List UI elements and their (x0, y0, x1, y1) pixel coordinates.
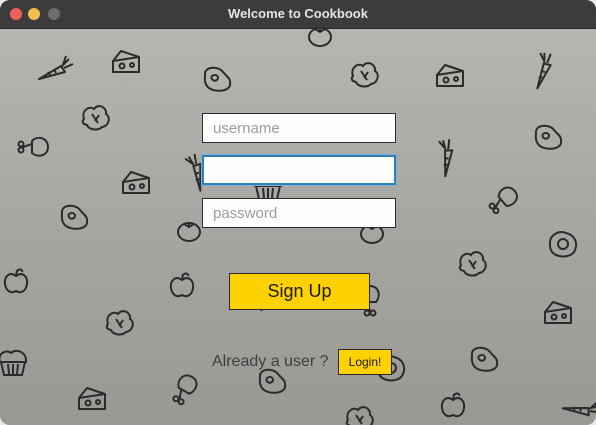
lettuce-icon (350, 62, 379, 88)
app-window: Welcome to Cookbook username Sign Up Alr… (0, 0, 596, 425)
cheese-icon (112, 50, 140, 73)
text-field-focused[interactable] (202, 155, 396, 185)
steak-icon (203, 66, 232, 92)
muffin-icon (0, 349, 28, 376)
tomato-icon (177, 221, 201, 242)
lettuce-icon (458, 251, 487, 277)
fried-egg-icon (548, 231, 578, 258)
username-field[interactable] (202, 113, 396, 143)
login-button[interactable]: Login! (338, 349, 392, 375)
steak-icon (470, 346, 499, 372)
steak-icon (534, 124, 563, 150)
apple-icon (3, 268, 29, 294)
apple-icon (440, 392, 466, 418)
tomato-icon (308, 29, 332, 47)
carrot-icon (38, 55, 74, 80)
chicken-leg-icon (485, 183, 522, 218)
carrot-icon (424, 134, 464, 178)
carrot-icon (520, 47, 563, 90)
signup-screen: Sign Up Already a user ? Login! (0, 29, 596, 425)
carrot-icon (561, 387, 596, 425)
lettuce-icon (81, 105, 110, 131)
steak-icon (60, 204, 89, 230)
password-field[interactable] (202, 198, 396, 228)
lettuce-icon (345, 406, 374, 425)
steak-icon (258, 368, 287, 394)
chicken-leg-icon (168, 371, 201, 408)
apple-icon (169, 272, 195, 298)
chicken-leg-icon (17, 136, 49, 157)
sign-up-button[interactable]: Sign Up (229, 273, 370, 310)
cheese-icon (122, 171, 150, 194)
cheese-icon (78, 387, 106, 410)
already-user-label: Already a user ? (212, 353, 329, 370)
window-title: Welcome to Cookbook (228, 6, 368, 21)
lettuce-icon (105, 310, 134, 336)
cheese-icon (544, 301, 572, 324)
title-bar: Welcome to Cookbook (0, 0, 596, 29)
cheese-icon (436, 64, 464, 87)
